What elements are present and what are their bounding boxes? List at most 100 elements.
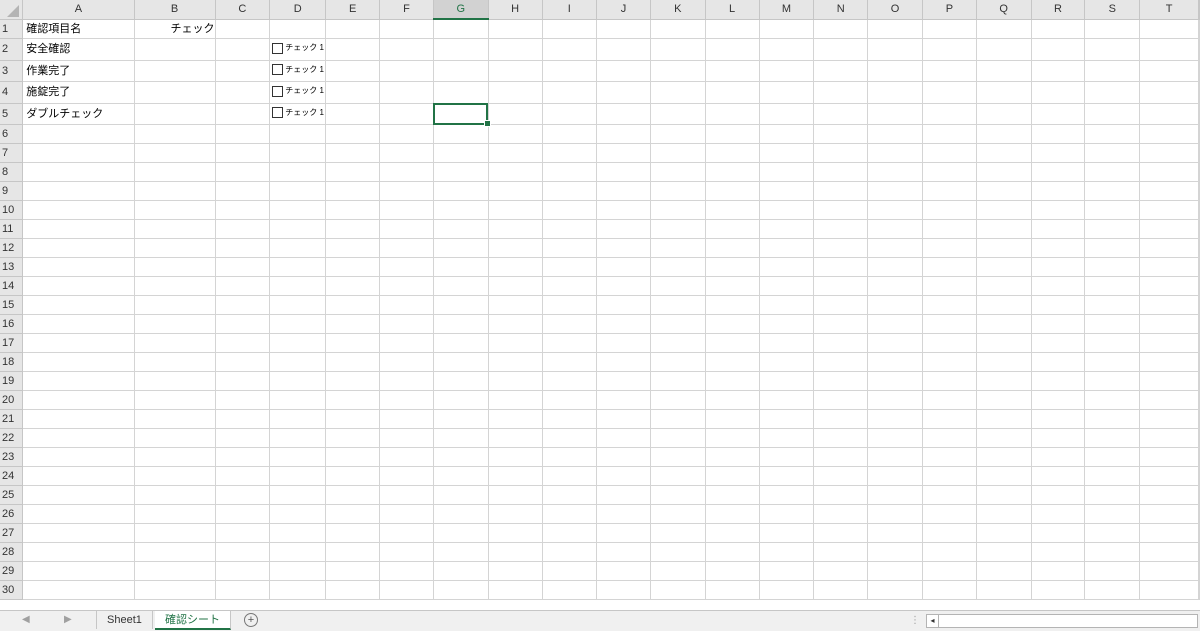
row-header-9[interactable]: 9 <box>0 181 24 201</box>
cell-e7[interactable] <box>325 143 381 163</box>
column-header-k[interactable]: K <box>650 0 706 20</box>
cell-o17[interactable] <box>867 333 923 353</box>
cell-g10[interactable] <box>433 200 489 220</box>
cell-t1[interactable] <box>1139 19 1199 39</box>
cell-l14[interactable] <box>705 276 760 296</box>
cell-l28[interactable] <box>705 542 760 562</box>
cell-p2[interactable] <box>922 38 977 61</box>
cell-o1[interactable] <box>867 19 923 39</box>
cell-t14[interactable] <box>1139 276 1199 296</box>
cell-f29[interactable] <box>379 561 434 581</box>
cell-s5[interactable] <box>1084 103 1141 125</box>
cell-h9[interactable] <box>488 181 543 201</box>
cell-s11[interactable] <box>1084 219 1141 239</box>
cell-n23[interactable] <box>813 447 869 467</box>
cell-q10[interactable] <box>976 200 1032 220</box>
cell-g14[interactable] <box>433 276 489 296</box>
cell-o11[interactable] <box>867 219 923 239</box>
cell-e4[interactable] <box>325 81 381 104</box>
cell-b22[interactable] <box>134 428 216 448</box>
cell-t15[interactable] <box>1139 295 1199 315</box>
cell-m16[interactable] <box>759 314 815 334</box>
cell-q6[interactable] <box>976 124 1032 144</box>
cell-s29[interactable] <box>1084 561 1141 581</box>
cell-_3[interactable] <box>1198 60 1200 82</box>
cell-p3[interactable] <box>922 60 977 82</box>
cell-h26[interactable] <box>488 504 543 524</box>
cell-l10[interactable] <box>705 200 760 220</box>
cell-k1[interactable] <box>650 19 706 39</box>
cell-g6[interactable] <box>433 124 489 144</box>
cell-a30[interactable] <box>22 580 135 600</box>
cell-r4[interactable] <box>1031 81 1086 104</box>
cell-n1[interactable] <box>813 19 869 39</box>
cell-e12[interactable] <box>325 238 381 258</box>
cell-i12[interactable] <box>542 238 598 258</box>
cell-_19[interactable] <box>1198 371 1200 391</box>
cell-r21[interactable] <box>1031 409 1086 429</box>
cell-t5[interactable] <box>1139 103 1199 125</box>
cell-q23[interactable] <box>976 447 1032 467</box>
cell-i27[interactable] <box>542 523 598 543</box>
cell-_12[interactable] <box>1198 238 1200 258</box>
cell-h17[interactable] <box>488 333 543 353</box>
cell-r14[interactable] <box>1031 276 1086 296</box>
cell-r24[interactable] <box>1031 466 1086 486</box>
cell-n15[interactable] <box>813 295 869 315</box>
column-header-r[interactable]: R <box>1031 0 1086 20</box>
cell-h4[interactable] <box>488 81 543 104</box>
cell-t10[interactable] <box>1139 200 1199 220</box>
cell-i17[interactable] <box>542 333 598 353</box>
cell-n7[interactable] <box>813 143 869 163</box>
cell-q16[interactable] <box>976 314 1032 334</box>
column-header-h[interactable]: H <box>488 0 543 20</box>
cell-j26[interactable] <box>596 504 651 524</box>
cell-d13[interactable] <box>269 257 327 277</box>
cell-f19[interactable] <box>379 371 434 391</box>
cell-t2[interactable] <box>1139 38 1199 61</box>
cell-p16[interactable] <box>922 314 977 334</box>
column-header-q[interactable]: Q <box>976 0 1032 20</box>
row-header-21[interactable]: 21 <box>0 409 24 429</box>
cell-k30[interactable] <box>650 580 706 600</box>
cell-g25[interactable] <box>433 485 489 505</box>
cell-d15[interactable] <box>269 295 327 315</box>
cell-p19[interactable] <box>922 371 977 391</box>
column-header-g[interactable]: G <box>433 0 489 20</box>
cell-d19[interactable] <box>269 371 327 391</box>
cell-e26[interactable] <box>325 504 381 524</box>
cell-p1[interactable] <box>922 19 977 39</box>
cell-s9[interactable] <box>1084 181 1141 201</box>
cell-q18[interactable] <box>976 352 1032 372</box>
cell-q17[interactable] <box>976 333 1032 353</box>
cell-r16[interactable] <box>1031 314 1086 334</box>
cell-b27[interactable] <box>134 523 216 543</box>
cell-a27[interactable] <box>22 523 135 543</box>
cell-_17[interactable] <box>1198 333 1200 353</box>
cell-s30[interactable] <box>1084 580 1141 600</box>
cell-n28[interactable] <box>813 542 869 562</box>
cell-c30[interactable] <box>215 580 271 600</box>
cell-f28[interactable] <box>379 542 434 562</box>
cell-l27[interactable] <box>705 523 760 543</box>
row-header-24[interactable]: 24 <box>0 466 24 486</box>
cell-_30[interactable] <box>1198 580 1200 600</box>
cell-o9[interactable] <box>867 181 923 201</box>
cell-q9[interactable] <box>976 181 1032 201</box>
cell-_16[interactable] <box>1198 314 1200 334</box>
cell-f22[interactable] <box>379 428 434 448</box>
cell-_24[interactable] <box>1198 466 1200 486</box>
cell-m28[interactable] <box>759 542 815 562</box>
cell-h25[interactable] <box>488 485 543 505</box>
cell-e22[interactable] <box>325 428 381 448</box>
cell-e13[interactable] <box>325 257 381 277</box>
cell-e25[interactable] <box>325 485 381 505</box>
cell-o30[interactable] <box>867 580 923 600</box>
cell-l6[interactable] <box>705 124 760 144</box>
cell-c10[interactable] <box>215 200 271 220</box>
cell-c21[interactable] <box>215 409 271 429</box>
cell-m8[interactable] <box>759 162 815 182</box>
cell-r29[interactable] <box>1031 561 1086 581</box>
cell-h5[interactable] <box>488 103 543 125</box>
cell-o28[interactable] <box>867 542 923 562</box>
